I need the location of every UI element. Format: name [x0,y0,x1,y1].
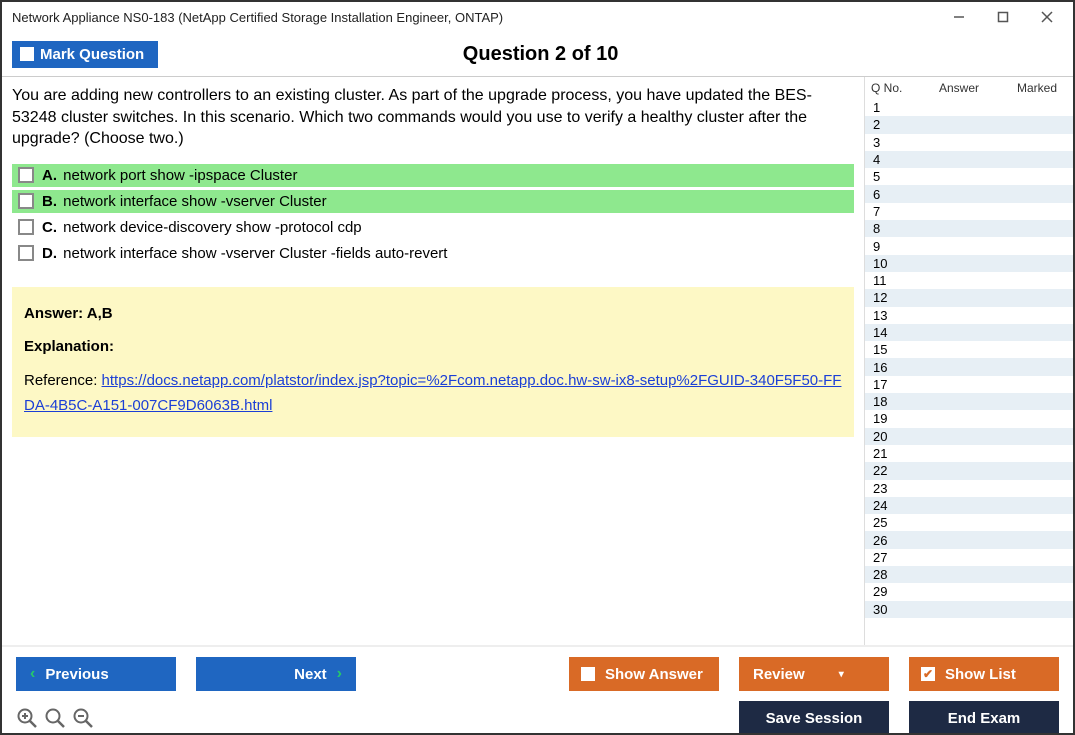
chevron-right-icon: › [337,665,342,683]
next-button[interactable]: Next › [196,657,356,691]
show-list-button[interactable]: ✔ Show List [909,657,1059,691]
question-list-pane: Q No. Answer Marked 12345678910111213141… [864,77,1073,645]
option-text: D. network interface show -vserver Clust… [42,245,447,262]
question-counter: Question 2 of 10 [158,43,923,66]
question-list-row[interactable]: 23 [865,480,1073,497]
option-text: B. network interface show -vserver Clust… [42,193,327,210]
titlebar: Network Appliance NS0-183 (NetApp Certif… [2,2,1073,32]
reference-link[interactable]: https://docs.netapp.com/platstor/index.j… [24,372,841,415]
reference-line: Reference: https://docs.netapp.com/plats… [24,368,842,419]
options-list: A. network port show -ipspace Cluster B. … [12,164,854,265]
question-list-row[interactable]: 30 [865,601,1073,618]
zoom-controls [16,707,94,729]
checkbox-icon [20,47,34,61]
checkbox-icon[interactable] [18,245,34,261]
caret-down-icon: ▾ [839,669,844,680]
option-row[interactable]: D. network interface show -vserver Clust… [12,242,854,265]
app-window: Network Appliance NS0-183 (NetApp Certif… [0,0,1075,735]
question-list-row[interactable]: 20 [865,428,1073,445]
question-list-row[interactable]: 21 [865,445,1073,462]
previous-button[interactable]: ‹ Previous [16,657,176,691]
next-label: Next [294,666,327,683]
explanation-label: Explanation: [24,334,842,360]
button-row-2: Save Session End Exam [16,701,1059,735]
question-list-row[interactable]: 12 [865,289,1073,306]
close-button[interactable] [1025,3,1069,31]
checked-icon: ✔ [921,667,935,681]
checkbox-icon [581,667,595,681]
question-list-row[interactable]: 29 [865,583,1073,600]
question-list-row[interactable]: 1 [865,99,1073,116]
end-exam-button[interactable]: End Exam [909,701,1059,735]
question-list-row[interactable]: 5 [865,168,1073,185]
question-list-row[interactable]: 10 [865,255,1073,272]
window-title: Network Appliance NS0-183 (NetApp Certif… [12,10,937,25]
reference-label: Reference: [24,372,102,389]
topbar: Mark Question Question 2 of 10 [2,32,1073,76]
question-list-row[interactable]: 11 [865,272,1073,289]
minimize-button[interactable] [937,3,981,31]
question-list-row[interactable]: 24 [865,497,1073,514]
question-list-row[interactable]: 3 [865,134,1073,151]
option-text: A. network port show -ipspace Cluster [42,167,297,184]
show-answer-label: Show Answer [605,666,703,683]
button-row-1: ‹ Previous Next › Show Answer Review ▾ ✔… [16,657,1059,691]
question-list-row[interactable]: 27 [865,549,1073,566]
option-text: C. network device-discovery show -protoc… [42,219,362,236]
zoom-out-icon[interactable] [72,707,94,729]
question-list-row[interactable]: 14 [865,324,1073,341]
maximize-button[interactable] [981,3,1025,31]
question-list-row[interactable]: 13 [865,307,1073,324]
show-list-label: Show List [945,666,1016,683]
question-list-row[interactable]: 8 [865,220,1073,237]
question-list-header: Q No. Answer Marked [865,77,1073,99]
question-list-row[interactable]: 25 [865,514,1073,531]
header-answer: Answer [911,81,1007,95]
checkbox-icon[interactable] [18,167,34,183]
bottom-bar: ‹ Previous Next › Show Answer Review ▾ ✔… [2,645,1073,733]
previous-label: Previous [45,666,108,683]
question-pane: You are adding new controllers to an exi… [2,77,864,645]
option-row[interactable]: B. network interface show -vserver Clust… [12,190,854,213]
checkbox-icon[interactable] [18,219,34,235]
mark-question-label: Mark Question [40,46,144,63]
end-exam-label: End Exam [948,710,1021,727]
zoom-icon[interactable] [44,707,66,729]
checkbox-icon[interactable] [18,193,34,209]
question-list-row[interactable]: 28 [865,566,1073,583]
question-list-row[interactable]: 22 [865,462,1073,479]
question-list-row[interactable]: 26 [865,531,1073,548]
question-list-row[interactable]: 17 [865,376,1073,393]
window-controls [937,3,1069,31]
option-row[interactable]: C. network device-discovery show -protoc… [12,216,854,239]
question-list-row[interactable]: 9 [865,237,1073,254]
save-session-label: Save Session [766,710,863,727]
question-list-row[interactable]: 19 [865,410,1073,427]
option-row[interactable]: A. network port show -ipspace Cluster [12,164,854,187]
review-button[interactable]: Review ▾ [739,657,889,691]
save-session-button[interactable]: Save Session [739,701,889,735]
question-list-row[interactable]: 16 [865,358,1073,375]
question-list[interactable]: 1234567891011121314151617181920212223242… [865,99,1073,645]
main-body: You are adding new controllers to an exi… [2,76,1073,645]
header-marked: Marked [1007,81,1067,95]
answer-label: Answer: A,B [24,301,842,327]
question-list-row[interactable]: 6 [865,185,1073,202]
header-qno: Q No. [871,81,911,95]
question-list-row[interactable]: 15 [865,341,1073,358]
question-list-row[interactable]: 7 [865,203,1073,220]
question-list-row[interactable]: 18 [865,393,1073,410]
chevron-left-icon: ‹ [30,665,35,683]
question-text: You are adding new controllers to an exi… [12,85,854,150]
question-list-row[interactable]: 4 [865,151,1073,168]
review-label: Review [753,666,805,683]
zoom-in-icon[interactable] [16,707,38,729]
mark-question-button[interactable]: Mark Question [12,41,158,68]
question-list-row[interactable]: 2 [865,116,1073,133]
show-answer-button[interactable]: Show Answer [569,657,719,691]
answer-panel: Answer: A,B Explanation: Reference: http… [12,287,854,437]
